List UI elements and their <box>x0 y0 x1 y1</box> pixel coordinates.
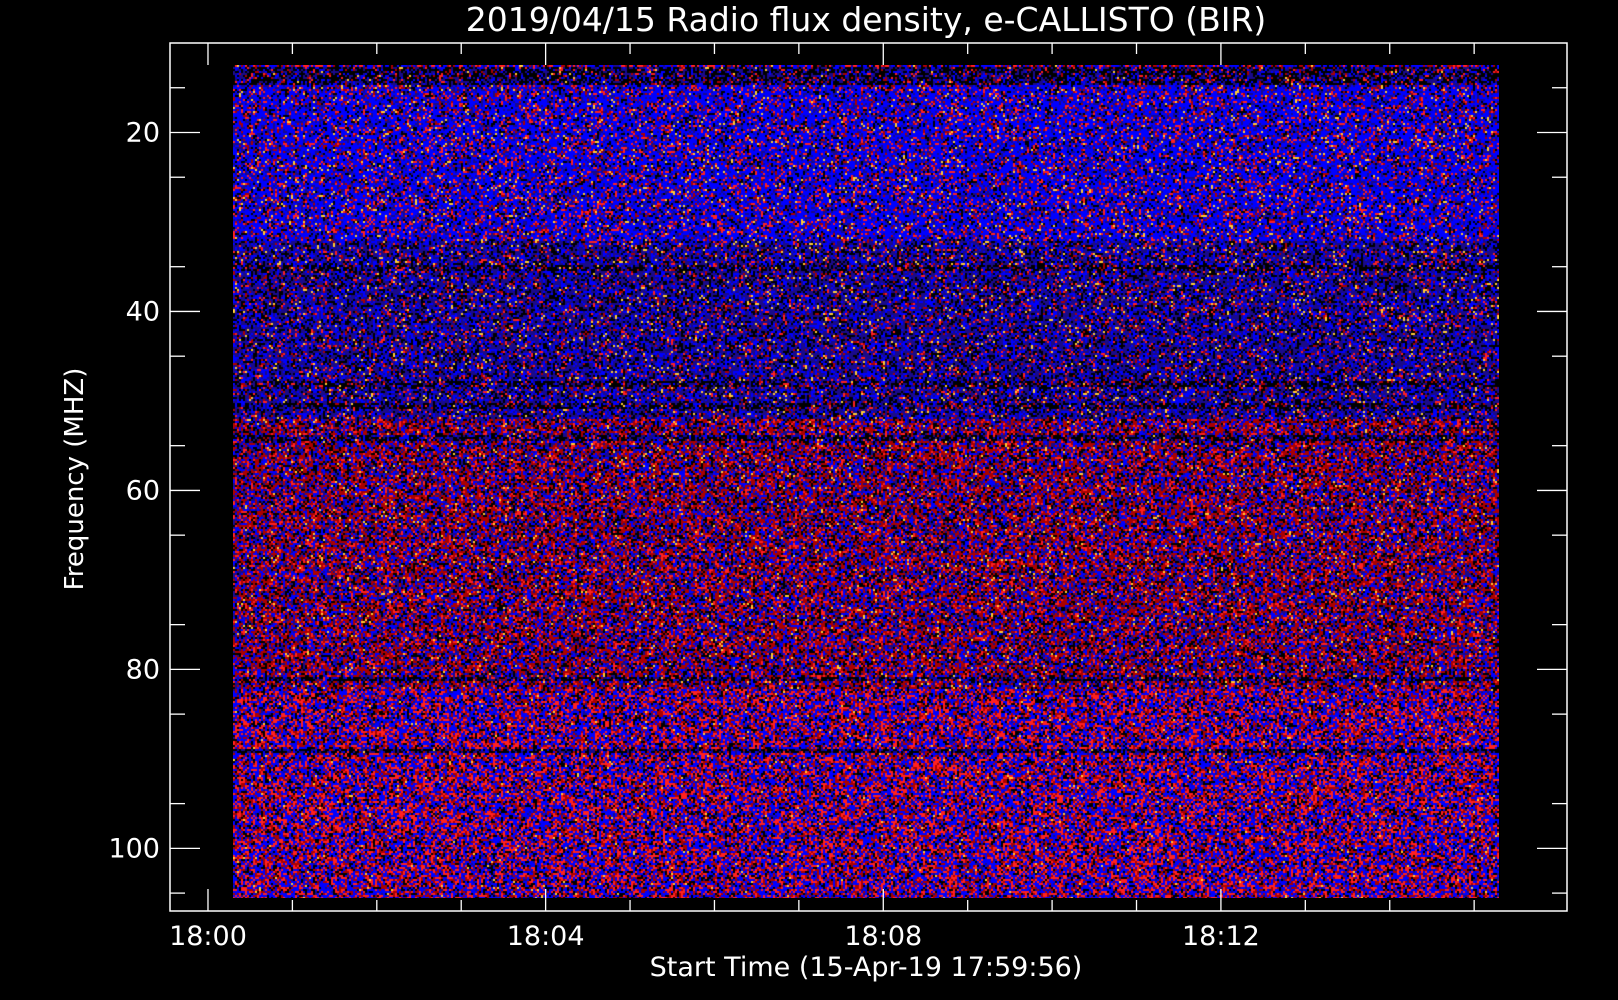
y-tick-label: 80 <box>126 654 160 685</box>
x-tick-label: 18:00 <box>169 921 247 952</box>
y-tick-label: 40 <box>126 296 160 327</box>
y-axis-label: Frequency (MHZ) <box>60 368 90 591</box>
chart-title: 2019/04/15 Radio flux density, e-CALLIST… <box>466 0 1267 39</box>
x-tick-label: 18:04 <box>507 921 585 952</box>
x-axis-label: Start Time (15-Apr-19 17:59:56) <box>650 952 1083 983</box>
x-tick-label: 18:08 <box>844 921 922 952</box>
x-tick-label: 18:12 <box>1182 921 1260 952</box>
spectrogram-image <box>233 65 1499 898</box>
spectrogram-figure: 2019/04/15 Radio flux density, e-CALLIST… <box>0 0 1618 1000</box>
spectrogram-heatmap <box>233 65 1499 898</box>
y-tick-label: 100 <box>108 833 160 864</box>
y-tick-label: 20 <box>126 117 160 148</box>
y-tick-label: 60 <box>126 475 160 506</box>
